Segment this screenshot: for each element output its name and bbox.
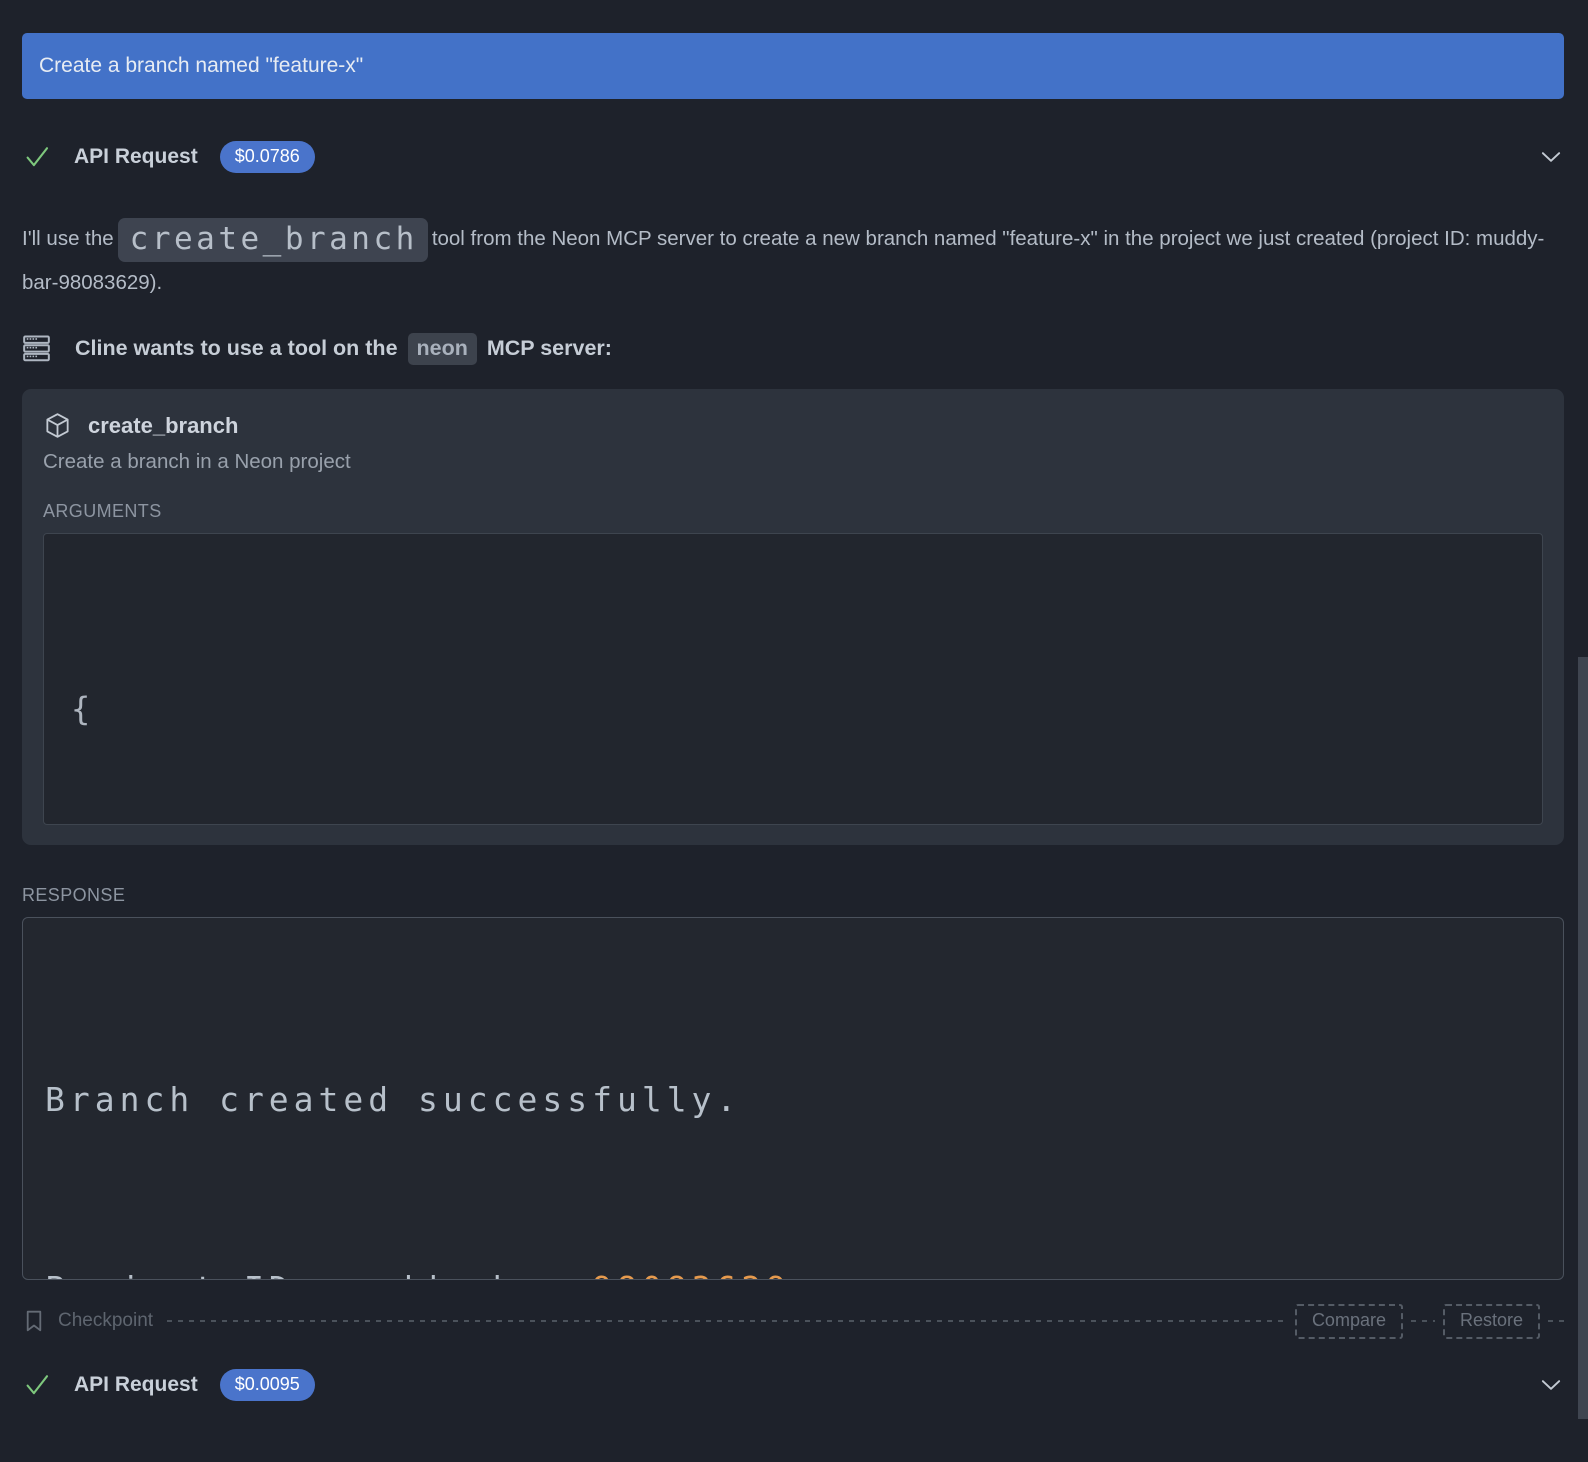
task-text: Create a branch named "feature-x" xyxy=(39,54,363,78)
mcp-tool-card: create_branch Create a branch in a Neon … xyxy=(22,389,1564,845)
tool-name: create_branch xyxy=(88,413,238,439)
api-request-row-2[interactable]: API Request $0.0095 xyxy=(22,1363,1564,1407)
response-label: RESPONSE xyxy=(22,885,1564,906)
checkpoint-divider xyxy=(1548,1320,1564,1322)
api-request-row-1[interactable]: API Request $0.0786 xyxy=(22,135,1564,179)
server-icon xyxy=(22,334,51,363)
task-banner[interactable]: Create a branch named "feature-x" xyxy=(22,33,1564,99)
checkpoint-label: Checkpoint xyxy=(58,1310,153,1332)
response-code-block[interactable]: Branch created successfully. Project ID:… xyxy=(22,917,1564,1280)
cost-badge: $0.0786 xyxy=(220,141,315,173)
response-line: Project ID: muddy-bar-98083629 xyxy=(45,1257,1563,1280)
mcp-tool-heading: Cline wants to use a tool on the neon MC… xyxy=(22,334,1564,363)
check-icon xyxy=(22,142,52,172)
assistant-message: I'll use thecreate_branchtool from the N… xyxy=(22,217,1550,304)
compare-button[interactable]: Compare xyxy=(1295,1304,1403,1339)
code-line: { xyxy=(71,678,1542,741)
tool-title-row: create_branch xyxy=(43,411,1543,440)
checkpoint-row: Checkpoint Compare Restore xyxy=(22,1304,1564,1338)
response-line: Branch created successfully. xyxy=(45,1068,1563,1131)
package-cube-icon xyxy=(43,411,72,440)
api-request-label: API Request xyxy=(74,1373,198,1397)
chevron-down-icon[interactable] xyxy=(1538,1372,1564,1398)
chevron-down-icon[interactable] xyxy=(1538,144,1564,170)
project-number: 98083629 xyxy=(592,1269,791,1280)
checkpoint-divider xyxy=(1411,1320,1435,1322)
restore-button[interactable]: Restore xyxy=(1443,1304,1540,1339)
bookmark-icon xyxy=(22,1309,46,1333)
checkpoint-divider xyxy=(167,1320,1283,1322)
cline-chat-panel: Create a branch named "feature-x" API Re… xyxy=(0,0,1588,1462)
api-request-label: API Request xyxy=(74,145,198,169)
heading-after: MCP server: xyxy=(487,336,612,360)
tool-description: Create a branch in a Neon project xyxy=(43,450,1543,474)
brace-open: { xyxy=(71,690,95,728)
arguments-label: ARGUMENTS xyxy=(43,501,1543,522)
heading-before: Cline wants to use a tool on the xyxy=(75,336,398,360)
mcp-server-name-chip: neon xyxy=(408,333,477,365)
check-icon xyxy=(22,1370,52,1400)
response-line-prefix: Project ID: muddy-bar- xyxy=(45,1269,592,1280)
mcp-tool-heading-text: Cline wants to use a tool on the neon MC… xyxy=(75,336,612,361)
vertical-scrollbar[interactable] xyxy=(1578,657,1588,1419)
assistant-message-text: I'll use the xyxy=(22,227,114,250)
inline-code-create-branch: create_branch xyxy=(118,218,428,262)
cost-badge: $0.0095 xyxy=(220,1369,315,1401)
chat-content: Create a branch named "feature-x" API Re… xyxy=(0,0,1588,1407)
arguments-code-block[interactable]: { "projectId": "muddy-bar-98083629", "br… xyxy=(43,533,1543,825)
